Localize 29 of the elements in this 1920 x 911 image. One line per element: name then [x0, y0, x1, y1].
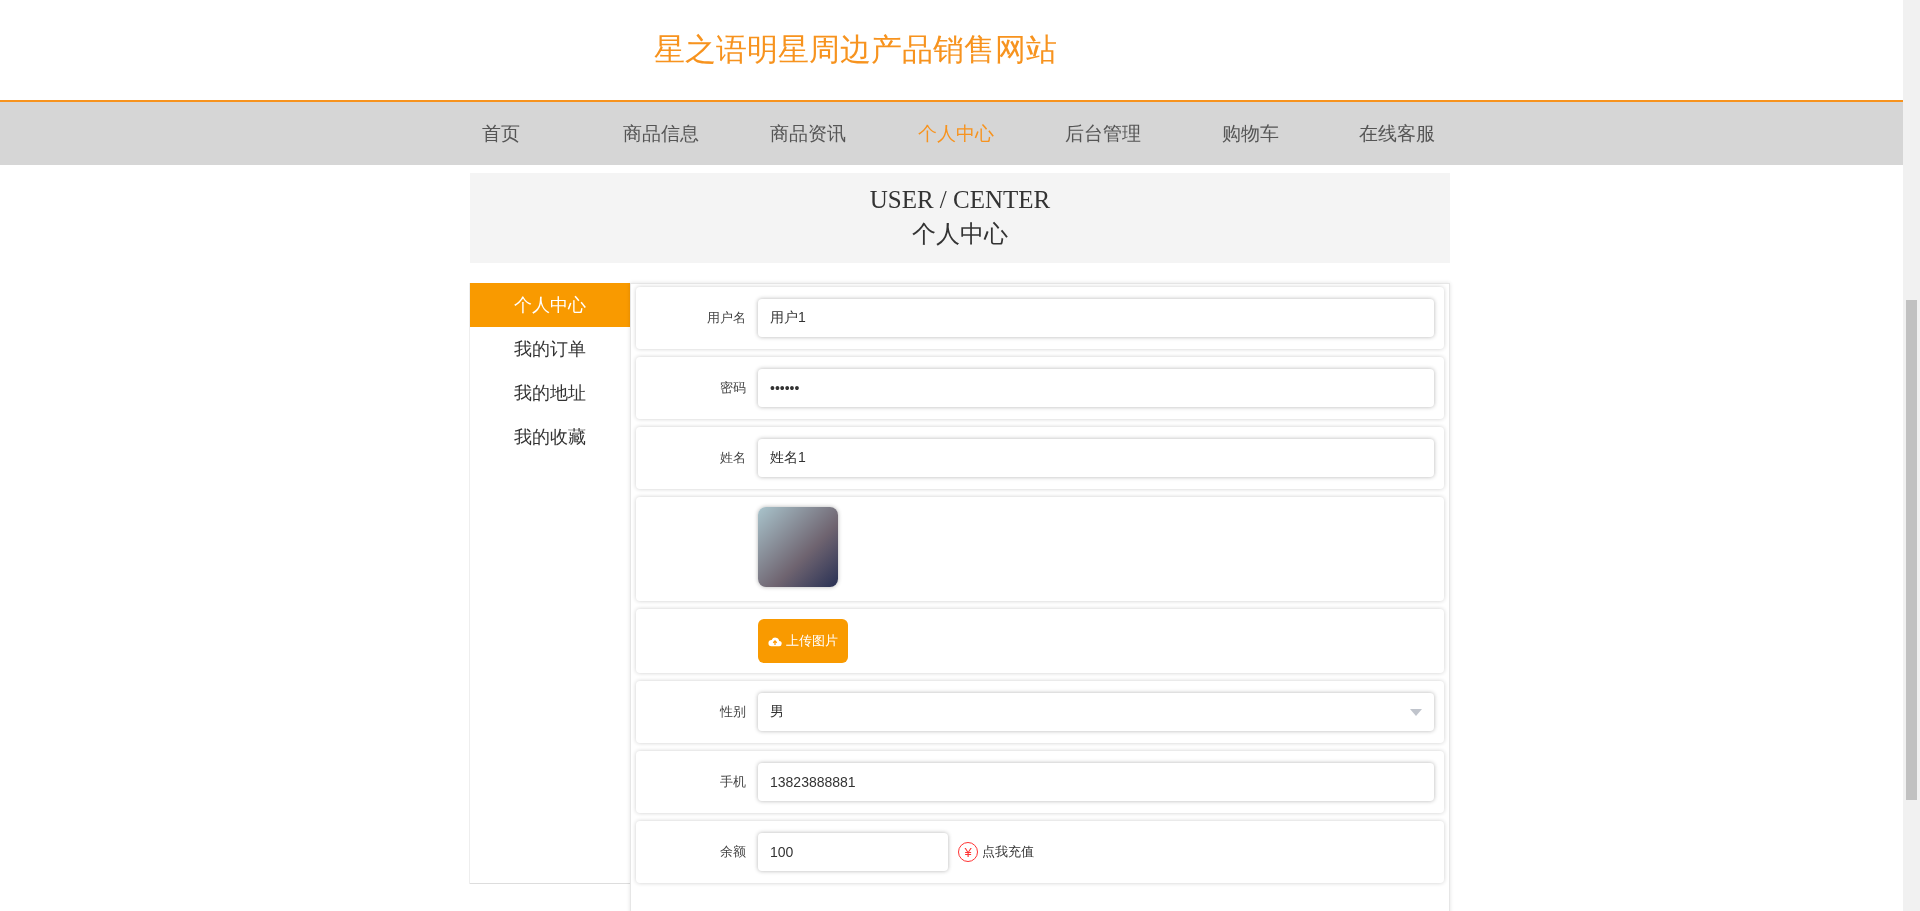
input-field[interactable]: 用户1 — [758, 299, 1434, 337]
nav-link[interactable]: 在线客服 — [1322, 120, 1470, 147]
input-field[interactable]: •••••• — [758, 369, 1434, 407]
field-label: 余额 — [719, 843, 747, 861]
input-field[interactable]: 100 — [758, 833, 948, 871]
nav-link[interactable]: 首页 — [470, 120, 587, 147]
field-label: 手机 — [719, 773, 747, 791]
sidebar-item[interactable]: 我的地址 — [470, 371, 630, 415]
caret-icon — [1410, 708, 1422, 716]
recharge-link[interactable]: ¥ 点我充值 — [958, 842, 1034, 862]
select-field[interactable]: 男 — [758, 693, 1434, 731]
field-label: 密码 — [719, 379, 747, 397]
cloud-upload-icon — [768, 635, 782, 647]
site-title: 星之语明星周边产品销售网站 — [654, 31, 1057, 69]
scrollbar-thumb[interactable] — [1906, 300, 1917, 800]
nav-link[interactable]: 商品资讯 — [733, 120, 882, 147]
sidebar-item[interactable]: 我的收藏 — [470, 415, 630, 459]
field-label: 性别 — [719, 703, 747, 721]
banner-title: USER / CENTER — [869, 186, 1051, 214]
input-field[interactable]: 姓名1 — [758, 439, 1434, 477]
sidebar-item[interactable]: 我的订单 — [470, 327, 630, 371]
nav-link[interactable]: 商品信息 — [586, 120, 734, 147]
field-label: 姓名 — [719, 449, 747, 467]
banner-subtitle: 个人中心 — [912, 220, 1008, 249]
nav-link[interactable]: 购物车 — [1175, 120, 1323, 147]
nav-link[interactable]: 后台管理 — [1028, 120, 1176, 147]
input-field[interactable]: 13823888881 — [758, 763, 1434, 801]
scrollbar[interactable] — [1903, 0, 1920, 911]
field-label: 用户名 — [706, 309, 747, 327]
